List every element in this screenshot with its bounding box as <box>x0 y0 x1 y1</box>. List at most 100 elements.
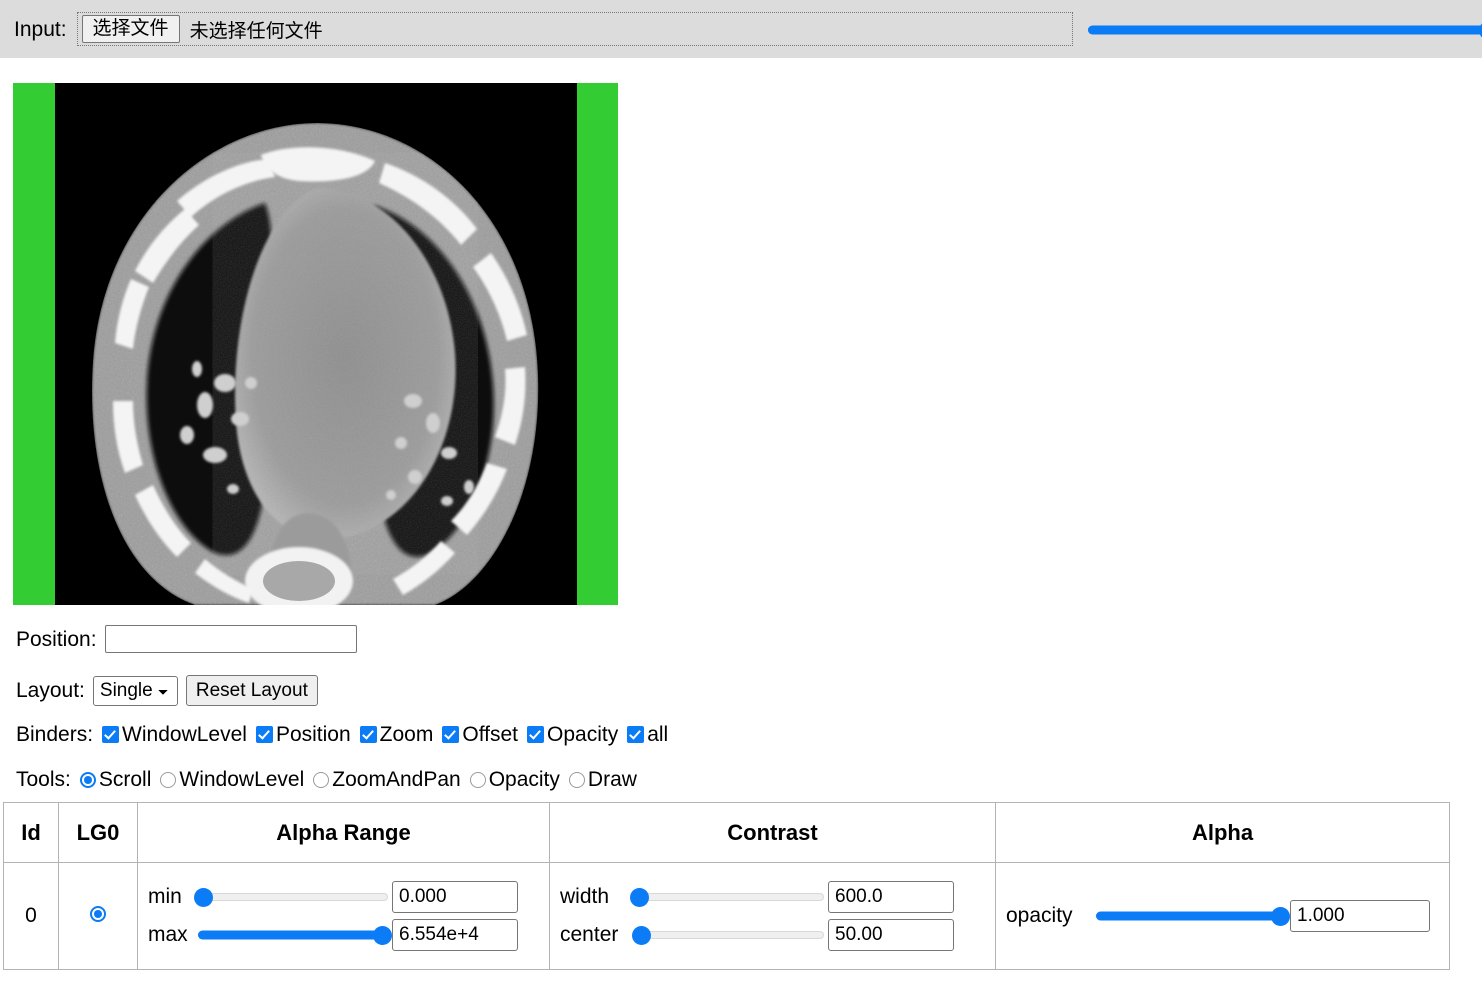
alpha-max-label: max <box>148 923 188 946</box>
radio-icon[interactable] <box>568 771 585 788</box>
alpha-min-label: min <box>148 885 182 908</box>
contrast-center-value[interactable]: 50.00 <box>828 919 954 951</box>
binder-zoom[interactable]: Zoom <box>359 723 434 746</box>
binder-all[interactable]: all <box>627 724 668 745</box>
binder-label: Opacity <box>547 723 619 746</box>
tool-zoomandpan[interactable]: ZoomAndPan <box>313 768 461 791</box>
cell-alpha-range: min 0.000 max 6.554e+4 <box>137 862 550 970</box>
slider-track <box>634 893 824 901</box>
opacity-label: opacity <box>1006 904 1073 927</box>
checkbox-icon[interactable] <box>442 726 460 743</box>
col-header-id: Id <box>3 802 59 863</box>
col-header-contrast: Contrast <box>549 802 996 863</box>
slider-track <box>634 931 824 939</box>
tool-opacity[interactable]: Opacity <box>469 768 560 791</box>
alpha-max-value[interactable]: 6.554e+4 <box>392 919 518 951</box>
layer-radio-icon[interactable] <box>90 906 106 922</box>
col-header-alpha-range: Alpha Range <box>137 802 550 863</box>
col-header-lg0: LG0 <box>58 802 138 863</box>
radio-icon[interactable] <box>79 771 96 788</box>
tool-scroll[interactable]: Scroll <box>79 768 152 791</box>
alpha-max-line: max 6.554e+4 <box>148 919 539 951</box>
binders-row: Binders: WindowLevel Position Zoom Offse… <box>16 724 668 745</box>
radio-icon[interactable] <box>160 771 177 788</box>
ct-viewport[interactable] <box>13 83 618 605</box>
tool-windowlevel[interactable]: WindowLevel <box>160 769 304 790</box>
opacity-line: opacity 1.000 <box>1006 900 1439 932</box>
alpha-max-slider[interactable] <box>198 925 392 945</box>
alpha-group: opacity 1.000 <box>996 900 1449 932</box>
contrast-center-slider[interactable] <box>632 925 824 945</box>
slider-thumb[interactable] <box>1270 906 1290 926</box>
tools-row: Tools: Scroll WindowLevel ZoomAndPan Opa… <box>16 769 637 790</box>
tool-label: Draw <box>587 768 637 791</box>
binder-label: Offset <box>462 723 518 746</box>
alpha-min-value[interactable]: 0.000 <box>392 881 518 913</box>
contrast-width-slider[interactable] <box>630 887 824 907</box>
contrast-group: width 600.0 center 50.00 <box>550 881 995 951</box>
col-header-alpha: Alpha <box>995 802 1450 863</box>
position-label: Position: <box>16 627 97 651</box>
input-slider-thumb[interactable] <box>1478 20 1482 40</box>
choose-file-button[interactable]: 选择文件 <box>81 14 180 44</box>
layout-label: Layout: <box>16 679 85 702</box>
checkbox-icon[interactable] <box>527 726 544 743</box>
contrast-width-line: width 600.0 <box>560 881 985 913</box>
checkbox-icon[interactable] <box>255 726 273 743</box>
slider-thumb[interactable] <box>194 887 214 907</box>
file-status-text: 未选择任何文件 <box>189 19 323 42</box>
alpha-min-line: min 0.000 <box>148 881 539 913</box>
input-slider[interactable] <box>1088 20 1482 40</box>
slider-thumb[interactable] <box>630 887 650 907</box>
slider-thumb[interactable] <box>372 925 392 945</box>
radio-icon[interactable] <box>313 771 330 788</box>
checkbox-icon[interactable] <box>102 726 120 743</box>
binder-label: WindowLevel <box>122 723 247 746</box>
layout-select[interactable]: Single <box>92 675 178 706</box>
cell-alpha: opacity 1.000 <box>995 862 1450 970</box>
contrast-width-label: width <box>560 885 610 908</box>
binder-offset[interactable]: Offset <box>442 724 518 745</box>
reset-layout-button[interactable]: Reset Layout <box>185 675 318 706</box>
input-bar: Input: 选择文件 未选择任何文件 <box>0 0 1482 58</box>
binder-label: all <box>647 723 669 746</box>
table-row: 0 min 0.000 max 6.554e+4 width 600.0 cen… <box>3 862 1450 970</box>
cell-contrast: width 600.0 center 50.00 <box>549 862 996 970</box>
binders-label: Binders: <box>16 723 94 746</box>
contrast-center-label: center <box>560 923 619 946</box>
layer-control-table: Id LG0 Alpha Range Contrast Alpha 0 min <box>3 802 1450 970</box>
input-slider-fill <box>1088 25 1482 35</box>
checkbox-icon[interactable] <box>359 726 377 743</box>
position-input[interactable] <box>104 625 357 653</box>
contrast-width-value[interactable]: 600.0 <box>828 881 954 913</box>
slider-fill <box>1096 911 1286 921</box>
opacity-slider[interactable] <box>1096 906 1290 926</box>
input-label: Input: <box>14 17 67 41</box>
alpha-min-slider[interactable] <box>194 887 388 907</box>
binder-label: Zoom <box>379 723 434 746</box>
slider-track <box>198 893 388 901</box>
tool-label: Scroll <box>98 768 152 791</box>
alpha-range-group: min 0.000 max 6.554e+4 <box>138 881 549 951</box>
tool-draw[interactable]: Draw <box>568 768 637 791</box>
position-row: Position: <box>16 625 357 653</box>
binder-position[interactable]: Position <box>255 723 351 746</box>
binder-windowlevel[interactable]: WindowLevel <box>102 724 247 745</box>
layout-row: Layout: Single Reset Layout <box>16 675 318 706</box>
ct-image-canvas[interactable] <box>55 83 577 605</box>
binder-label: Position <box>275 723 351 746</box>
radio-icon[interactable] <box>469 771 486 788</box>
contrast-center-line: center 50.00 <box>560 919 985 951</box>
slider-thumb[interactable] <box>632 925 652 945</box>
file-input[interactable]: 选择文件 未选择任何文件 <box>76 12 1073 46</box>
tool-label: Opacity <box>488 768 560 791</box>
cell-id: 0 <box>3 862 59 970</box>
checkbox-icon[interactable] <box>627 726 645 743</box>
cell-lg0[interactable] <box>58 862 138 970</box>
opacity-value[interactable]: 1.000 <box>1290 900 1430 932</box>
binder-opacity[interactable]: Opacity <box>527 724 618 745</box>
tool-label: ZoomAndPan <box>332 768 461 791</box>
tool-label: WindowLevel <box>179 768 305 791</box>
ct-slice-graphic <box>55 83 577 605</box>
slider-fill <box>198 930 388 940</box>
